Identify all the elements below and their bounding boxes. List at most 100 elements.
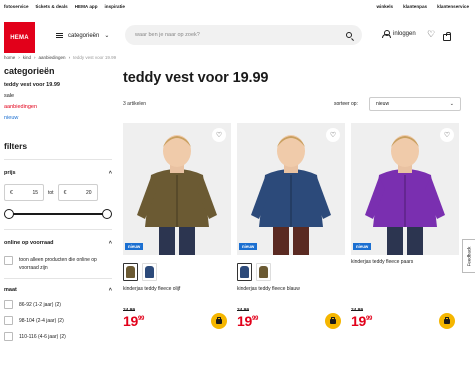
breadcrumb-kind[interactable]: kind (23, 55, 31, 60)
shopping-bag-icon[interactable] (443, 32, 451, 41)
price-to-label: tot (48, 189, 54, 196)
wishlist-heart-icon[interactable]: ♡ (427, 29, 435, 40)
site-header: HEMA categorieën ⌄ waar ben je naar op z… (0, 14, 475, 54)
add-to-cart-button[interactable] (325, 313, 341, 329)
size-option-label: 98-104 (2-4 jaar) (2) (19, 317, 64, 324)
child-jacket-illustration (137, 135, 217, 255)
favorite-heart-icon[interactable]: ♡ (212, 128, 226, 142)
product-name[interactable]: kinderjas teddy fleece paars (351, 259, 413, 265)
topbar-link-tickets-deals[interactable]: tickets & deals (36, 4, 68, 9)
categories-heading: categorieën (4, 66, 55, 76)
size-option[interactable]: 98-104 (2-4 jaar) (2) (4, 316, 112, 325)
color-swatch[interactable] (256, 263, 271, 281)
topbar-link-klantenservice[interactable]: klantenservice (437, 4, 469, 9)
topbar-link-winkels[interactable]: winkels (376, 4, 393, 9)
size-checkbox[interactable] (4, 316, 13, 325)
slider-track (8, 213, 108, 215)
article-count: 3 artikelen (123, 101, 147, 107)
currency-symbol: € (63, 189, 67, 196)
color-swatches (123, 263, 157, 281)
search-icon[interactable] (346, 32, 352, 38)
add-to-cart-button[interactable] (439, 313, 455, 329)
currency-symbol: € (10, 189, 13, 196)
favorite-heart-icon[interactable]: ♡ (440, 128, 454, 142)
swatch-jacket-thumbnail (145, 266, 154, 278)
category-aanbiedingen[interactable]: aanbiedingen (4, 104, 112, 110)
page-title: teddy vest voor 19.99 (123, 70, 269, 86)
sort-label: sorteer op: (334, 101, 358, 107)
search-placeholder: waar ben je naar op zoek? (135, 32, 200, 38)
hema-logo[interactable]: HEMA (4, 22, 35, 53)
search-input[interactable]: waar ben je naar op zoek? (125, 25, 362, 45)
topbar-link-fotoservice[interactable]: fotoservice (4, 4, 29, 9)
size-option[interactable]: 86-92 (1-2 jaar) (2) (4, 300, 112, 309)
top-utility-bar: fotoservice tickets & deals HEMA app ins… (0, 0, 475, 14)
slider-handle-max[interactable] (102, 209, 112, 219)
swatch-jacket-thumbnail (126, 266, 135, 278)
color-swatch[interactable] (142, 263, 157, 281)
sort-select[interactable]: nieuw ⌄ (369, 97, 461, 111)
size-option-label: 86-92 (1-2 jaar) (2) (19, 301, 61, 308)
size-filter-header[interactable]: maat ˄ (4, 278, 112, 293)
topbar-link-hema-app[interactable]: HEMA app (75, 4, 98, 9)
online-stock-option[interactable]: toon alleen producten die online op voor… (4, 256, 112, 272)
breadcrumb-current: teddy vest voor 19.99 (73, 55, 117, 60)
category-teddy-vest[interactable]: teddy vest voor 19.99 (4, 82, 112, 88)
online-stock-filter-header[interactable]: online op voorraad ˄ (4, 229, 112, 246)
product-card[interactable]: ♡ nieuw kinderjas teddy fleece blauw 24.… (237, 123, 345, 331)
chevron-up-icon: ˄ (108, 287, 112, 293)
color-swatches (237, 263, 271, 281)
topbar-link-klantenpas[interactable]: klantenpas (403, 4, 427, 9)
size-checkbox[interactable] (4, 332, 13, 341)
topbar-link-inspiratie[interactable]: inspiratie (105, 4, 125, 9)
price-min-field[interactable]: € 15 (4, 184, 44, 201)
product-card[interactable]: ♡ nieuw kinderjas teddy fleece olijf 24.… (123, 123, 231, 331)
sort-value: nieuw (376, 101, 390, 107)
price-max-field[interactable]: € 20 (57, 184, 98, 201)
price-range-slider[interactable] (4, 209, 112, 219)
login-button[interactable]: inloggen (382, 30, 416, 38)
color-swatch[interactable] (237, 263, 252, 281)
price-min-value: 15 (32, 189, 38, 196)
add-to-cart-button[interactable] (211, 313, 227, 329)
product-listing: teddy vest voor 19.99 3 artikelen sortee… (123, 66, 468, 329)
favorite-heart-icon[interactable]: ♡ (326, 128, 340, 142)
breadcrumb-aanbiedingen[interactable]: aanbiedingen (39, 55, 66, 60)
product-name[interactable]: kinderjas teddy fleece blauw (237, 286, 300, 292)
new-badge: nieuw (239, 243, 258, 250)
category-sale[interactable]: sale (4, 93, 112, 99)
slider-handle-min[interactable] (4, 209, 14, 219)
categories-menu-label: categorieën (68, 32, 100, 39)
price-filter-header[interactable]: prijs ˄ (4, 159, 112, 184)
filter-sidebar: categorieën teddy vest voor 19.99 sale a… (4, 66, 112, 341)
price-max-value: 20 (86, 189, 92, 196)
categories-menu-button[interactable]: categorieën ⌄ (56, 32, 109, 39)
swatch-jacket-thumbnail (259, 266, 268, 278)
cart-bag-icon (444, 316, 450, 324)
breadcrumb-home[interactable]: home (4, 55, 15, 60)
chevron-down-icon: ⌄ (104, 33, 110, 39)
category-nieuw[interactable]: nieuw (4, 115, 112, 121)
price-filter-label: prijs (4, 170, 16, 176)
size-option[interactable]: 110-116 (4-6 jaar) (2) (4, 332, 112, 341)
size-option-label: 110-116 (4-6 jaar) (2) (19, 333, 66, 340)
feedback-tab[interactable]: Feedback (462, 239, 475, 273)
cart-bag-icon (216, 316, 222, 324)
feedback-label: Feedback (466, 246, 472, 266)
cart-bag-icon (330, 316, 336, 324)
sale-price: 1999 (351, 313, 373, 329)
product-name[interactable]: kinderjas teddy fleece olijf (123, 286, 180, 292)
size-filter-label: maat (4, 287, 17, 293)
product-image[interactable] (237, 123, 345, 255)
size-checkbox[interactable] (4, 300, 13, 309)
breadcrumb: home › kind › aanbiedingen › teddy vest voo… (4, 55, 117, 60)
new-badge: nieuw (353, 243, 372, 250)
product-card[interactable]: ♡ nieuw kinderjas teddy fleece paars 24.… (351, 123, 459, 331)
product-image[interactable] (351, 123, 459, 255)
user-icon (382, 30, 391, 38)
login-label: inloggen (393, 31, 416, 37)
product-image[interactable] (123, 123, 231, 255)
online-stock-option-label: toon alleen producten die online op voor… (19, 257, 97, 271)
online-stock-checkbox[interactable] (4, 256, 13, 265)
color-swatch[interactable] (123, 263, 138, 281)
